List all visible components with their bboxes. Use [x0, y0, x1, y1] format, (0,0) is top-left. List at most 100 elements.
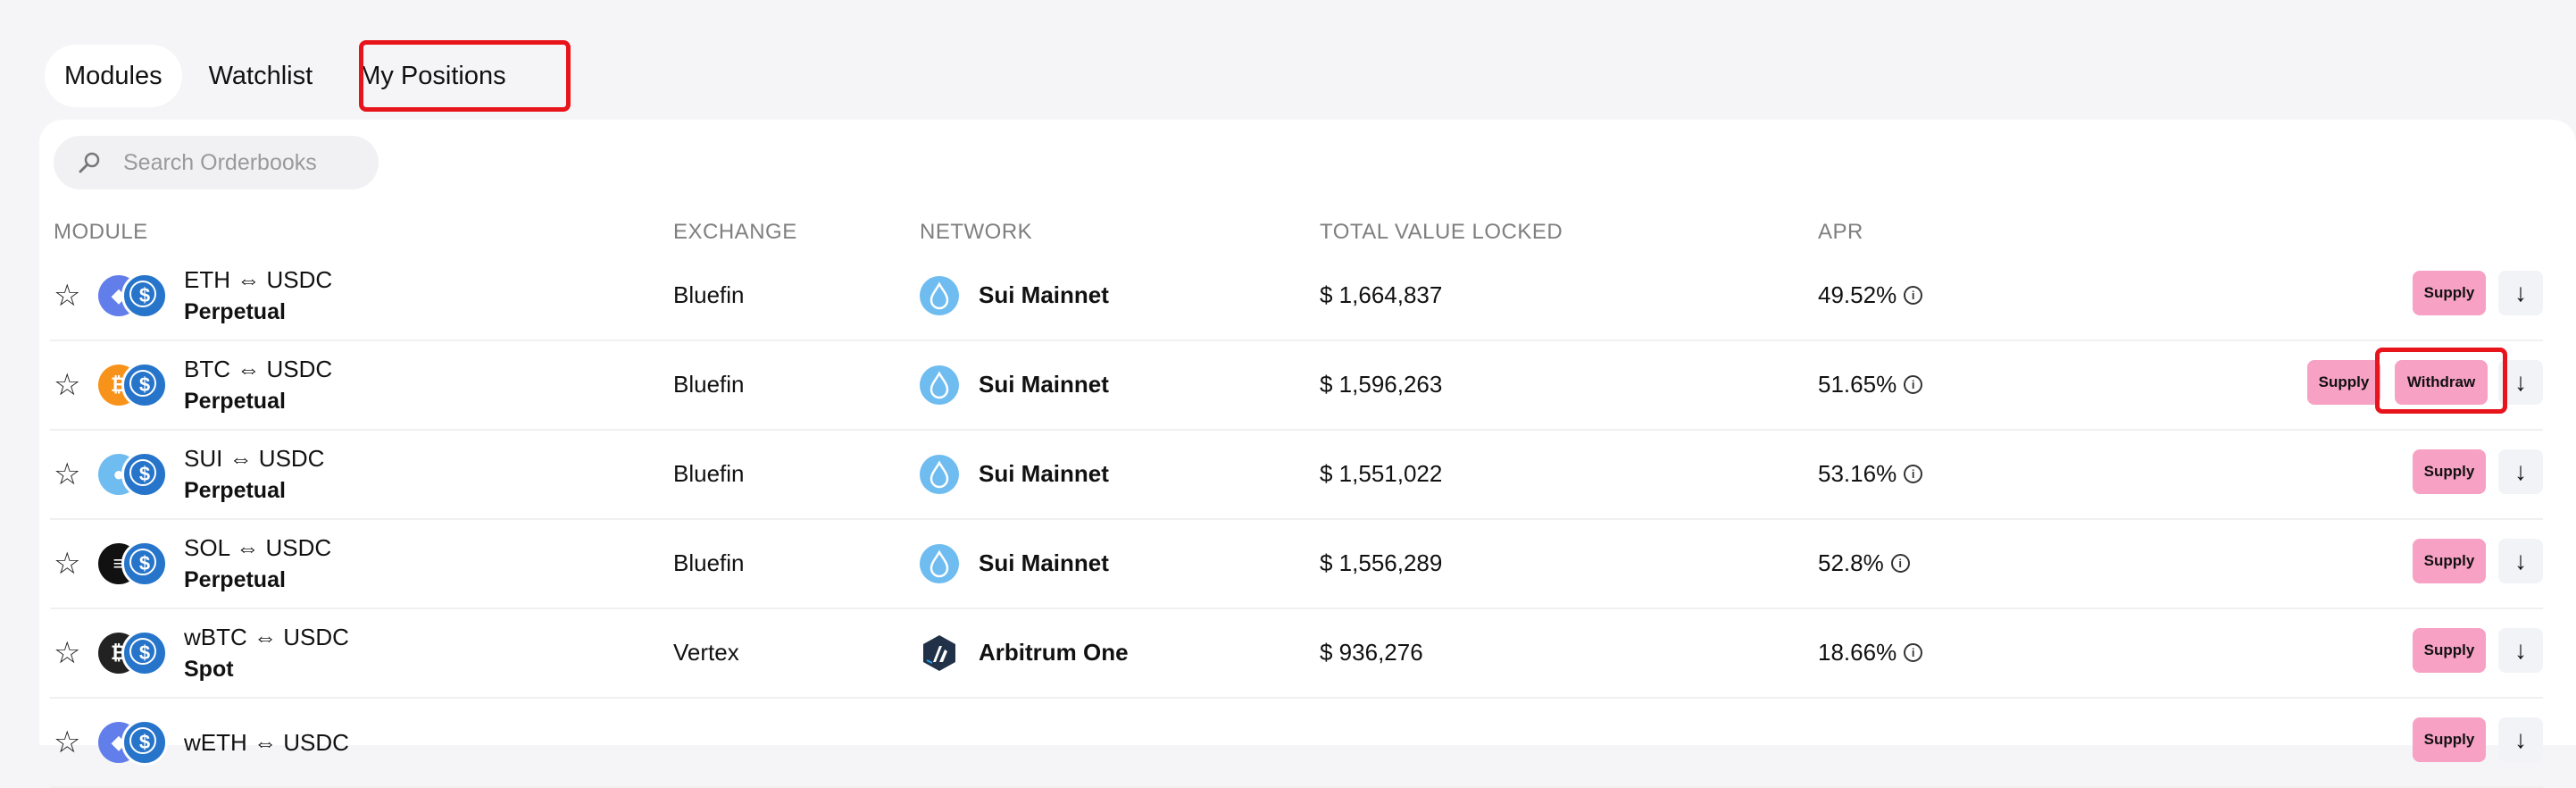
- tab-modules[interactable]: Modules: [45, 45, 182, 107]
- sui-icon: [920, 275, 959, 315]
- tab-watchlist[interactable]: Watchlist: [189, 45, 333, 107]
- network-cell: Arbitrum One: [920, 608, 1129, 697]
- pair-icons: ◆ $: [98, 698, 170, 786]
- usdc-icon: $: [121, 630, 168, 676]
- arrow-down-icon[interactable]: ↓: [2498, 628, 2543, 673]
- arrow-down-icon[interactable]: ↓: [2498, 271, 2543, 315]
- arrow-down-icon[interactable]: ↓: [2498, 360, 2543, 405]
- supply-button[interactable]: Supply: [2413, 449, 2486, 494]
- network-cell: Sui Mainnet: [920, 430, 1109, 518]
- network-name: Sui Mainnet: [979, 371, 1109, 398]
- pair-name: BTC ⇔ USDC: [184, 355, 333, 382]
- sui-icon: [920, 365, 959, 405]
- supply-button[interactable]: Supply: [2307, 360, 2380, 405]
- pair-type: Perpetual: [184, 477, 286, 503]
- arrow-down-icon[interactable]: ↓: [2498, 539, 2543, 583]
- info-icon[interactable]: i: [1904, 286, 1923, 305]
- apr-cell: 52.8% i: [1818, 519, 1910, 608]
- tvl-cell: $ 1,556,289: [1320, 549, 1443, 576]
- pair-name: SOL ⇔ USDC: [184, 533, 332, 561]
- network-name: Sui Mainnet: [979, 549, 1109, 576]
- tvl-cell: $ 1,664,837: [1320, 281, 1443, 308]
- module-pair: SUI ⇔ USDC Perpetual: [184, 430, 324, 518]
- apr-cell: 18.66% i: [1818, 608, 1923, 697]
- pair-icons: ◆ $: [98, 251, 170, 340]
- usdc-icon: $: [121, 362, 168, 408]
- arbitrum-icon: [920, 633, 959, 673]
- supply-button[interactable]: Supply: [2413, 717, 2486, 762]
- exchange-cell: Bluefin: [673, 460, 745, 487]
- network-name: Arbitrum One: [979, 639, 1129, 666]
- apr-value: 52.8%: [1818, 549, 1884, 576]
- column-header-tvl: TOTAL VALUE LOCKED: [1320, 220, 1563, 244]
- tab-bar: Modules Watchlist My Positions: [45, 43, 533, 109]
- pair-type: Perpetual: [184, 298, 286, 324]
- star-outline-icon[interactable]: ☆: [54, 340, 80, 429]
- module-pair: BTC ⇔ USDC Perpetual: [184, 340, 332, 429]
- pair-icons: ₿ $: [98, 340, 170, 429]
- exchange-cell: Bluefin: [673, 549, 745, 576]
- apr-value: 18.66%: [1818, 639, 1897, 666]
- pair-type: Spot: [184, 656, 234, 682]
- search-icon: [77, 150, 102, 175]
- exchange-cell: Bluefin: [673, 371, 745, 398]
- info-icon[interactable]: i: [1904, 375, 1923, 394]
- pair-type: Perpetual: [184, 388, 286, 414]
- network-name: Sui Mainnet: [979, 460, 1109, 487]
- withdraw-button[interactable]: Withdraw: [2395, 360, 2488, 405]
- network-cell: Sui Mainnet: [920, 251, 1109, 340]
- module-pair: ETH ⇔ USDC Perpetual: [184, 251, 332, 340]
- usdc-icon: $: [121, 719, 168, 766]
- pair-type: Perpetual: [184, 566, 286, 592]
- network-cell: Sui Mainnet: [920, 340, 1109, 429]
- pair-name: wETH ⇔ USDC: [184, 728, 349, 756]
- usdc-icon: $: [121, 272, 168, 319]
- table-row[interactable]: ☆ ◆ $ wETH ⇔ USDC Supply ↓: [50, 698, 2543, 788]
- column-header-exchange: EXCHANGE: [673, 220, 797, 244]
- table-row[interactable]: ☆ ₿ $ wBTC ⇔ USDC Spot Vertex Arbitrum One $ 93…: [50, 608, 2543, 699]
- module-pair: wETH ⇔ USDC: [184, 698, 349, 786]
- pair-icons: ₿ $: [98, 608, 170, 697]
- exchange-cell: Bluefin: [673, 281, 745, 308]
- apr-cell: 51.65% i: [1818, 340, 1923, 429]
- usdc-icon: $: [121, 541, 168, 587]
- search-input[interactable]: [121, 148, 357, 177]
- table-row[interactable]: ☆ ◆ $ ETH ⇔ USDC Perpetual Bluefin Sui Mainnet…: [50, 251, 2543, 341]
- info-icon[interactable]: i: [1904, 465, 1923, 483]
- arrow-down-icon[interactable]: ↓: [2498, 449, 2543, 494]
- tab-my-positions[interactable]: My Positions: [339, 45, 525, 107]
- sui-icon: [920, 543, 959, 583]
- tvl-cell: $ 936,276: [1320, 639, 1423, 666]
- star-outline-icon[interactable]: ☆: [54, 251, 80, 340]
- apr-cell: 53.16% i: [1818, 430, 1923, 518]
- apr-value: 49.52%: [1818, 281, 1897, 308]
- star-outline-icon[interactable]: ☆: [54, 698, 80, 786]
- usdc-icon: $: [121, 451, 168, 498]
- info-icon[interactable]: i: [1890, 554, 1910, 573]
- table-row[interactable]: ☆ ● $ SUI ⇔ USDC Perpetual Bluefin Sui Mainnet…: [50, 430, 2543, 520]
- supply-button[interactable]: Supply: [2413, 271, 2486, 315]
- pair-name: wBTC ⇔ USDC: [184, 623, 349, 650]
- search-bar[interactable]: [54, 136, 379, 189]
- star-outline-icon[interactable]: ☆: [54, 430, 80, 518]
- apr-value: 53.16%: [1818, 460, 1897, 487]
- supply-button[interactable]: Supply: [2413, 539, 2486, 583]
- exchange-cell: Vertex: [673, 639, 739, 666]
- column-header-apr: APR: [1818, 220, 1863, 244]
- pair-icons: ≡ $: [98, 519, 170, 608]
- column-header-module: MODULE: [54, 220, 148, 244]
- info-icon[interactable]: i: [1904, 643, 1923, 662]
- apr-cell: 49.52% i: [1818, 251, 1923, 340]
- module-pair: SOL ⇔ USDC Perpetual: [184, 519, 331, 608]
- supply-button[interactable]: Supply: [2413, 628, 2486, 673]
- apr-value: 51.65%: [1818, 371, 1897, 398]
- pair-icons: ● $: [98, 430, 170, 518]
- table-row[interactable]: ☆ ₿ $ BTC ⇔ USDC Perpetual Bluefin Sui Mainnet…: [50, 340, 2543, 431]
- network-cell: Sui Mainnet: [920, 519, 1109, 608]
- arrow-down-icon[interactable]: ↓: [2498, 717, 2543, 762]
- pair-name: ETH ⇔ USDC: [184, 265, 333, 293]
- star-outline-icon[interactable]: ☆: [54, 608, 80, 697]
- pair-name: SUI ⇔ USDC: [184, 444, 325, 472]
- table-row[interactable]: ☆ ≡ $ SOL ⇔ USDC Perpetual Bluefin Sui Mainnet…: [50, 519, 2543, 609]
- star-outline-icon[interactable]: ☆: [54, 519, 80, 608]
